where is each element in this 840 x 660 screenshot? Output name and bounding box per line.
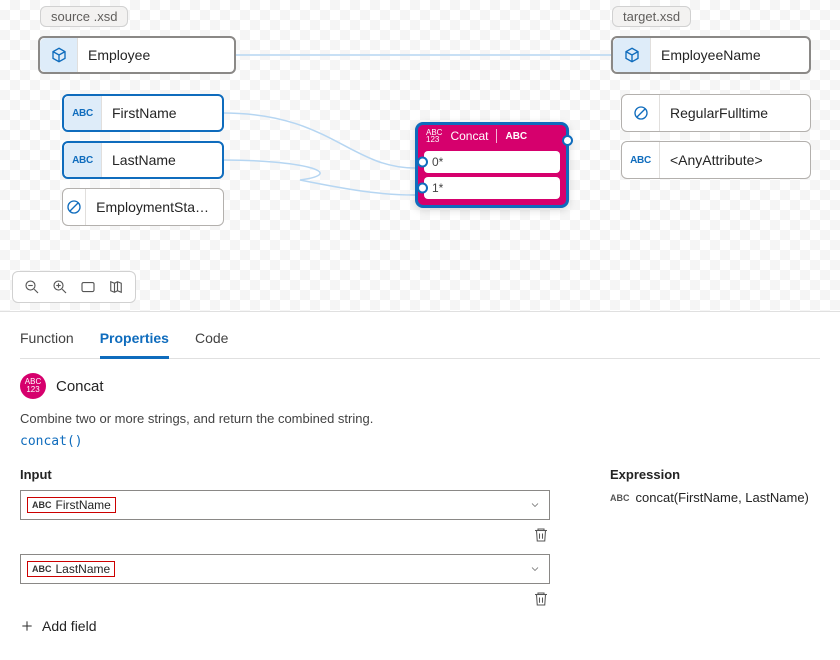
input-token: ABCFirstName: [27, 497, 116, 513]
node-label: RegularFulltime: [670, 105, 768, 121]
node-label: FirstName: [112, 105, 177, 121]
target-field-regularfulltime[interactable]: RegularFulltime: [621, 94, 811, 132]
abc-icon: ABC: [610, 493, 630, 503]
abc-icon: ABC: [64, 96, 102, 130]
cube-icon: [613, 38, 651, 72]
node-label: Employee: [88, 47, 150, 63]
chevron-down-icon: [529, 563, 541, 575]
target-schema-chip: target.xsd: [612, 6, 691, 27]
function-input-1[interactable]: 1*: [424, 177, 560, 199]
tabs: Function Properties Code: [20, 324, 820, 359]
fit-view-button[interactable]: [79, 278, 97, 296]
source-field-lastname[interactable]: ABC LastName: [62, 141, 224, 179]
input-token: ABCLastName: [27, 561, 115, 577]
abc-icon: ABC: [64, 143, 102, 177]
properties-panel: Function Properties Code ABC123 Concat C…: [0, 312, 840, 634]
function-name: Concat: [56, 378, 104, 395]
source-field-firstname[interactable]: ABC FirstName: [62, 94, 224, 132]
minimap-button[interactable]: [107, 278, 125, 296]
function-signature: concat(): [20, 434, 820, 449]
delete-input-button[interactable]: [532, 590, 550, 608]
input-port[interactable]: [417, 183, 428, 194]
abc-icon: ABC: [622, 142, 660, 178]
inputs-heading: Input: [20, 467, 550, 482]
zoom-out-button[interactable]: [23, 278, 41, 296]
source-root-node[interactable]: Employee: [38, 36, 236, 74]
node-label: LastName: [112, 152, 176, 168]
function-title: Concat: [450, 129, 488, 143]
input-select-0[interactable]: ABCFirstName: [20, 490, 550, 520]
source-field-employmentstatus[interactable]: EmploymentSta…: [62, 188, 224, 226]
function-icon: ABC123: [20, 373, 46, 399]
function-input-0[interactable]: 0*: [424, 151, 560, 173]
input-select-1[interactable]: ABCLastName: [20, 554, 550, 584]
plus-icon: [20, 619, 34, 633]
input-port[interactable]: [417, 157, 428, 168]
function-node-concat[interactable]: ABC123 Concat ABC 0* 1*: [415, 122, 569, 208]
mapping-canvas[interactable]: source .xsd target.xsd Employee ABC Firs…: [0, 0, 840, 312]
node-label: EmploymentSta…: [96, 199, 209, 215]
add-field-button[interactable]: Add field: [20, 618, 550, 634]
function-header: ABC123 Concat ABC: [418, 125, 566, 147]
node-label: <AnyAttribute>: [670, 152, 763, 168]
output-port[interactable]: [562, 135, 573, 146]
expression-value: ABC concat(FirstName, LastName): [610, 490, 820, 505]
tab-function[interactable]: Function: [20, 324, 74, 358]
tab-properties[interactable]: Properties: [100, 324, 169, 359]
delete-input-button[interactable]: [532, 526, 550, 544]
prohibited-icon: [622, 95, 660, 131]
chevron-down-icon: [529, 499, 541, 511]
zoom-in-button[interactable]: [51, 278, 69, 296]
node-label: EmployeeName: [661, 47, 761, 63]
target-root-node[interactable]: EmployeeName: [611, 36, 811, 74]
abc123-icon: ABC123: [426, 129, 442, 143]
function-description: Combine two or more strings, and return …: [20, 411, 820, 426]
prohibited-icon: [63, 189, 86, 225]
tab-code[interactable]: Code: [195, 324, 228, 358]
target-field-anyattribute[interactable]: ABC <AnyAttribute>: [621, 141, 811, 179]
source-schema-chip: source .xsd: [40, 6, 128, 27]
expression-heading: Expression: [610, 467, 820, 482]
canvas-toolbar: [12, 271, 136, 303]
cube-icon: [40, 38, 78, 72]
